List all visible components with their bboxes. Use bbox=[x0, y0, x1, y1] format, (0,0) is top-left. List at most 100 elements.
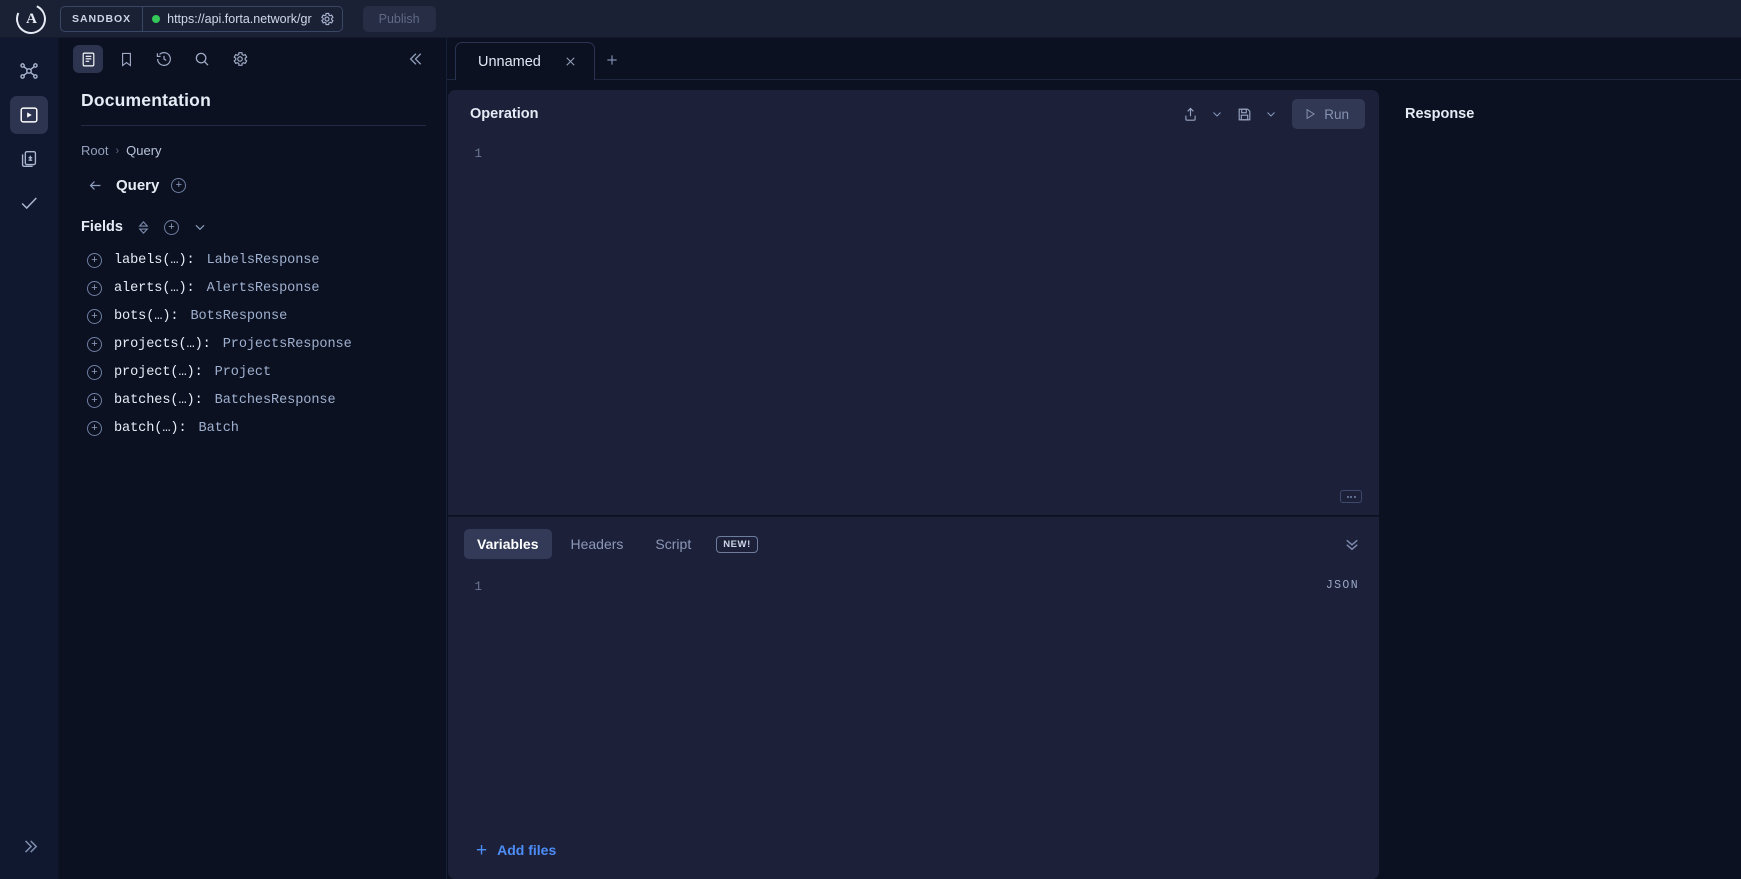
field-name: labels(…): bbox=[114, 252, 195, 268]
docs-toolbar bbox=[59, 38, 446, 80]
endpoint-url-box[interactable]: https://api.forta.network/gr bbox=[143, 7, 342, 31]
field-type[interactable]: AlertsResponse bbox=[207, 281, 320, 296]
search-icon[interactable] bbox=[187, 45, 217, 73]
format-label: JSON bbox=[1325, 579, 1359, 592]
tab-bar: Unnamed bbox=[447, 38, 1741, 80]
operation-title: Operation bbox=[470, 106, 539, 122]
documentation-sidebar: Documentation Root › Query Query + Field… bbox=[59, 38, 447, 879]
fields-label: Fields bbox=[81, 219, 123, 235]
run-label: Run bbox=[1324, 106, 1349, 122]
share-chevron-down-icon[interactable] bbox=[1208, 100, 1226, 128]
check-icon[interactable] bbox=[10, 184, 48, 222]
tab-unnamed[interactable]: Unnamed bbox=[455, 42, 595, 80]
tab-label: Unnamed bbox=[478, 53, 541, 70]
workspace: Operation Run 1 Variables Headers Script… bbox=[447, 80, 1741, 879]
field-type[interactable]: ProjectsResponse bbox=[223, 337, 352, 352]
document-icon[interactable] bbox=[73, 45, 103, 73]
tab-headers[interactable]: Headers bbox=[558, 529, 637, 559]
environment-badge[interactable]: SANDBOX bbox=[61, 6, 144, 31]
publish-button[interactable]: Publish bbox=[362, 5, 436, 32]
field-type[interactable]: Batch bbox=[199, 421, 239, 436]
main-area: Unnamed Operation Run 1 Variables Header… bbox=[447, 38, 1741, 879]
logo-letter: A bbox=[25, 10, 37, 26]
field-type[interactable]: BotsResponse bbox=[190, 309, 287, 324]
add-files-label: Add files bbox=[497, 842, 557, 858]
sort-icon[interactable] bbox=[137, 220, 150, 235]
list-item[interactable]: + batches(…): BatchesResponse bbox=[81, 386, 426, 414]
field-type[interactable]: Project bbox=[215, 365, 272, 380]
breadcrumb-root[interactable]: Root bbox=[81, 143, 108, 158]
operation-actions: Run bbox=[1176, 99, 1365, 129]
run-button[interactable]: Run bbox=[1292, 99, 1365, 129]
new-tab-button[interactable] bbox=[595, 41, 629, 79]
variables-gutter: 1 bbox=[448, 571, 490, 821]
variables-panel: Variables Headers Script NEW! 1 JSON + A… bbox=[448, 516, 1379, 879]
gear-icon[interactable] bbox=[225, 45, 255, 73]
list-item[interactable]: + bots(…): BotsResponse bbox=[81, 302, 426, 330]
endpoint-url-input[interactable]: https://api.forta.network/gr bbox=[167, 12, 312, 26]
app-body: Documentation Root › Query Query + Field… bbox=[0, 38, 1741, 879]
plus-circle-icon[interactable]: + bbox=[87, 280, 102, 296]
endpoint-bar: SANDBOX https://api.forta.network/gr bbox=[60, 5, 343, 32]
list-item[interactable]: + batch(…): Batch bbox=[81, 414, 426, 442]
chevron-double-left-icon[interactable] bbox=[402, 45, 432, 73]
list-item[interactable]: + project(…): Project bbox=[81, 358, 426, 386]
field-name: batches(…): bbox=[114, 392, 203, 408]
save-floppy-icon[interactable] bbox=[1230, 100, 1258, 128]
list-item[interactable]: + labels(…): LabelsResponse bbox=[81, 246, 426, 274]
keyboard-icon[interactable] bbox=[1340, 490, 1362, 503]
field-name: alerts(…): bbox=[114, 280, 195, 296]
field-type[interactable]: BatchesResponse bbox=[215, 393, 336, 408]
plus-circle-icon[interactable]: + bbox=[87, 336, 102, 352]
new-badge: NEW! bbox=[716, 535, 758, 553]
add-files-button[interactable]: + Add files bbox=[448, 821, 1379, 879]
left-rail bbox=[0, 38, 59, 879]
key-dot bbox=[1353, 495, 1356, 498]
arrow-left-icon[interactable] bbox=[87, 177, 104, 194]
response-header: Response bbox=[1405, 90, 1741, 138]
history-icon[interactable] bbox=[149, 45, 179, 73]
bookmark-icon[interactable] bbox=[111, 45, 141, 73]
field-name: project(…): bbox=[114, 364, 203, 380]
list-item[interactable]: + projects(…): ProjectsResponse bbox=[81, 330, 426, 358]
save-chevron-down-icon[interactable] bbox=[1262, 100, 1280, 128]
add-field-icon[interactable]: + bbox=[163, 219, 179, 235]
field-type[interactable]: LabelsResponse bbox=[207, 253, 320, 268]
tab-script[interactable]: Script bbox=[642, 529, 704, 559]
breadcrumb-separator-icon: › bbox=[115, 144, 120, 157]
key-dot bbox=[1350, 495, 1352, 498]
app-root: A SANDBOX https://api.forta.network/gr P… bbox=[0, 0, 1741, 879]
chevron-double-down-icon[interactable] bbox=[1343, 535, 1365, 553]
play-box-icon[interactable] bbox=[10, 96, 48, 134]
variables-editor[interactable]: 1 JSON bbox=[448, 571, 1379, 821]
field-name: projects(…): bbox=[114, 336, 211, 352]
chevron-down-icon[interactable] bbox=[193, 220, 207, 234]
current-type-row: Query + bbox=[81, 177, 426, 194]
share-upload-icon[interactable] bbox=[1176, 100, 1204, 128]
docs-content: Documentation Root › Query Query + Field… bbox=[59, 80, 446, 442]
plus-circle-icon[interactable]: + bbox=[87, 364, 102, 380]
list-item[interactable]: + alerts(…): AlertsResponse bbox=[81, 274, 426, 302]
page-title: Documentation bbox=[81, 90, 426, 126]
plus-circle-icon[interactable]: + bbox=[87, 252, 102, 268]
plus-circle-icon[interactable]: + bbox=[87, 308, 102, 324]
tab-variables[interactable]: Variables bbox=[464, 529, 552, 559]
plus-circle-icon[interactable]: + bbox=[87, 392, 102, 408]
key-dot bbox=[1346, 495, 1349, 498]
operation-editor[interactable]: 1 bbox=[448, 138, 1379, 516]
chevron-double-right-icon[interactable] bbox=[10, 827, 48, 865]
operation-gutter: 1 bbox=[448, 138, 490, 515]
collections-stack-icon[interactable] bbox=[10, 140, 48, 178]
breadcrumb: Root › Query bbox=[81, 143, 426, 158]
line-number: 1 bbox=[474, 147, 482, 161]
breadcrumb-current[interactable]: Query bbox=[126, 143, 161, 158]
plus-circle-icon[interactable]: + bbox=[171, 178, 187, 193]
gear-icon[interactable] bbox=[319, 11, 335, 27]
play-icon bbox=[1303, 107, 1317, 121]
schema-graph-icon[interactable] bbox=[10, 52, 48, 90]
current-type-name: Query bbox=[116, 177, 160, 194]
response-title: Response bbox=[1405, 106, 1475, 122]
plus-circle-icon[interactable]: + bbox=[87, 420, 102, 436]
fields-list: + labels(…): LabelsResponse + alerts(…):… bbox=[81, 246, 426, 442]
close-icon[interactable] bbox=[563, 54, 578, 69]
